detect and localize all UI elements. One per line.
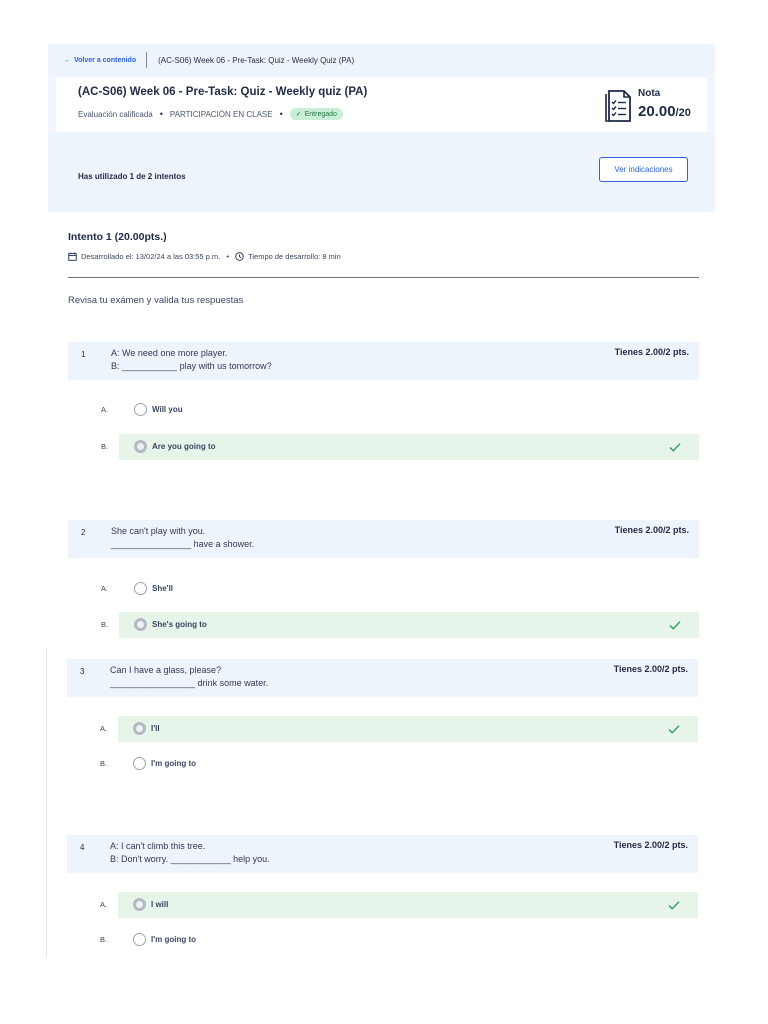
grade-max: /20 bbox=[675, 107, 691, 119]
question-text: A: I can't climb this tree. B: Don't wor… bbox=[110, 840, 270, 866]
attempts-count: Has utilizado 1 de 2 intentos bbox=[78, 172, 186, 181]
option-b[interactable]: B. I'm going to bbox=[67, 927, 698, 953]
option-letter: B. bbox=[100, 759, 108, 768]
question-header: 3 Can I have a glass, please? __________… bbox=[67, 659, 698, 697]
divider bbox=[68, 277, 699, 278]
question-header: 1 A: We need one more player. B: _______… bbox=[68, 342, 699, 380]
attempts-bar: Has utilizado 1 de 2 intentos Ver indica… bbox=[48, 132, 715, 212]
quiz-review-panel-top: ← Volver a contenido (AC-S06) Week 06 - … bbox=[48, 44, 715, 640]
document-checklist-icon bbox=[605, 90, 631, 122]
option-letter: B. bbox=[101, 620, 109, 629]
checkmark-icon bbox=[668, 725, 680, 734]
check-icon: ✓ bbox=[295, 111, 302, 118]
option-letter: A. bbox=[100, 724, 108, 733]
option-a[interactable]: A. She'll bbox=[68, 576, 699, 602]
attempt-duration: Tiempo de desarrollo: 8 min bbox=[248, 252, 341, 261]
option-letter: A. bbox=[101, 584, 109, 593]
option-text: She's going to bbox=[152, 620, 207, 629]
breadcrumb-divider bbox=[146, 52, 148, 68]
question-score: Tienes 2.00/2 pts. bbox=[613, 840, 688, 850]
back-link-label: Volver a contenido bbox=[74, 56, 137, 64]
option-b[interactable]: B. She's going to bbox=[68, 612, 699, 638]
question-text: A: We need one more player. B: _________… bbox=[111, 347, 272, 373]
correct-answer-highlight bbox=[118, 716, 698, 742]
question-number: 1 bbox=[81, 350, 86, 359]
radio-button-selected[interactable] bbox=[134, 440, 147, 453]
option-text: I'm going to bbox=[151, 935, 197, 944]
view-instructions-button[interactable]: Ver indicaciones bbox=[599, 157, 688, 182]
top-breadcrumb-bar: ← Volver a contenido (AC-S06) Week 06 - … bbox=[48, 44, 715, 76]
radio-button[interactable] bbox=[133, 933, 146, 946]
option-b[interactable]: B. I'm going to bbox=[67, 751, 698, 777]
radio-button[interactable] bbox=[133, 757, 146, 770]
meta-separator: • bbox=[279, 109, 283, 119]
grade-label: Nota bbox=[638, 88, 661, 99]
status-badge: ✓ Entregado bbox=[289, 108, 343, 120]
quiz-meta: Evaluación calificada • PARTICIPACIÓN EN… bbox=[78, 108, 343, 120]
option-text: I will bbox=[151, 900, 169, 909]
option-letter: A. bbox=[101, 405, 109, 414]
checkmark-icon bbox=[669, 443, 681, 452]
option-a[interactable]: A. I'll bbox=[67, 716, 698, 742]
question-line: _________________ drink some water. bbox=[110, 678, 269, 688]
correct-answer-highlight bbox=[118, 892, 698, 918]
grade-value: 20.00/20 bbox=[638, 103, 691, 120]
grade-display: Nota 20.00/20 bbox=[604, 86, 704, 130]
question-text: Can I have a glass, please? ____________… bbox=[110, 664, 268, 690]
question-score: Tienes 2.00/2 pts. bbox=[614, 347, 689, 357]
quiz-type: Evaluación calificada bbox=[78, 109, 153, 119]
page-title: (AC-S06) Week 06 - Pre-Task: Quiz - Week… bbox=[78, 86, 368, 98]
question-line: B: ___________ play with us tomorrow? bbox=[111, 361, 272, 371]
question-line: B: Don't worry. ____________ help you. bbox=[110, 854, 270, 864]
option-letter: B. bbox=[100, 935, 108, 944]
question-line: A: I can't climb this tree. bbox=[110, 841, 206, 851]
option-text: I'll bbox=[151, 724, 160, 733]
attempt-date: Desarrollado el: 13/02/24 a las 03:55 p.… bbox=[81, 252, 221, 261]
attempt-title: Intento 1 (20.00pts.) bbox=[68, 231, 167, 243]
clock-icon bbox=[235, 252, 244, 261]
question-number: 3 bbox=[80, 667, 85, 676]
option-text: Will you bbox=[152, 405, 183, 414]
quiz-header-card: (AC-S06) Week 06 - Pre-Task: Quiz - Week… bbox=[56, 78, 707, 134]
back-link[interactable]: ← Volver a contenido bbox=[64, 57, 136, 64]
question-line: ________________ have a shower. bbox=[111, 539, 255, 549]
question-number: 4 bbox=[80, 843, 85, 852]
radio-button-selected[interactable] bbox=[133, 722, 146, 735]
option-a[interactable]: A. Will you bbox=[68, 397, 699, 423]
question-score: Tienes 2.00/2 pts. bbox=[613, 664, 688, 674]
radio-button[interactable] bbox=[134, 582, 147, 595]
status-badge-label: Entregado bbox=[304, 110, 337, 118]
arrow-left-icon: ← bbox=[64, 56, 71, 64]
option-text: She'll bbox=[152, 584, 174, 593]
option-b[interactable]: B. Are you going to bbox=[68, 434, 699, 460]
question-line: A: We need one more player. bbox=[111, 348, 228, 358]
breadcrumb: (AC-S06) Week 06 - Pre-Task: Quiz - Week… bbox=[158, 55, 355, 65]
option-a[interactable]: A. I will bbox=[67, 892, 698, 918]
checkmark-icon bbox=[669, 621, 681, 630]
question-header: 2 She can't play with you. _____________… bbox=[68, 520, 699, 558]
option-letter: A. bbox=[100, 900, 108, 909]
question-text: She can't play with you. _______________… bbox=[111, 525, 254, 551]
question-line: Can I have a glass, please? bbox=[110, 665, 222, 675]
radio-button[interactable] bbox=[134, 403, 147, 416]
option-text: I'm going to bbox=[151, 759, 197, 768]
quiz-category: PARTICIPACIÓN EN CLASE bbox=[169, 109, 273, 119]
calendar-icon bbox=[68, 252, 77, 261]
meta-separator: • bbox=[224, 252, 232, 261]
radio-button-selected[interactable] bbox=[134, 618, 147, 631]
option-letter: B. bbox=[101, 442, 109, 451]
grade-score: 20.00 bbox=[638, 103, 676, 120]
option-text: Are you going to bbox=[152, 442, 216, 451]
meta-separator: • bbox=[159, 109, 163, 119]
question-line: She can't play with you. bbox=[111, 526, 206, 536]
question-score: Tienes 2.00/2 pts. bbox=[614, 525, 689, 535]
question-number: 2 bbox=[81, 528, 86, 537]
radio-button-selected[interactable] bbox=[133, 898, 146, 911]
checkmark-icon bbox=[668, 901, 680, 910]
question-header: 4 A: I can't climb this tree. B: Don't w… bbox=[67, 835, 698, 873]
attempt-meta: Desarrollado el: 13/02/24 a las 03:55 p.… bbox=[68, 252, 341, 261]
instructions-text: Revisa tu exámen y valida tus respuestas bbox=[68, 295, 244, 306]
quiz-review-panel-bottom: 3 Can I have a glass, please? __________… bbox=[46, 648, 713, 958]
